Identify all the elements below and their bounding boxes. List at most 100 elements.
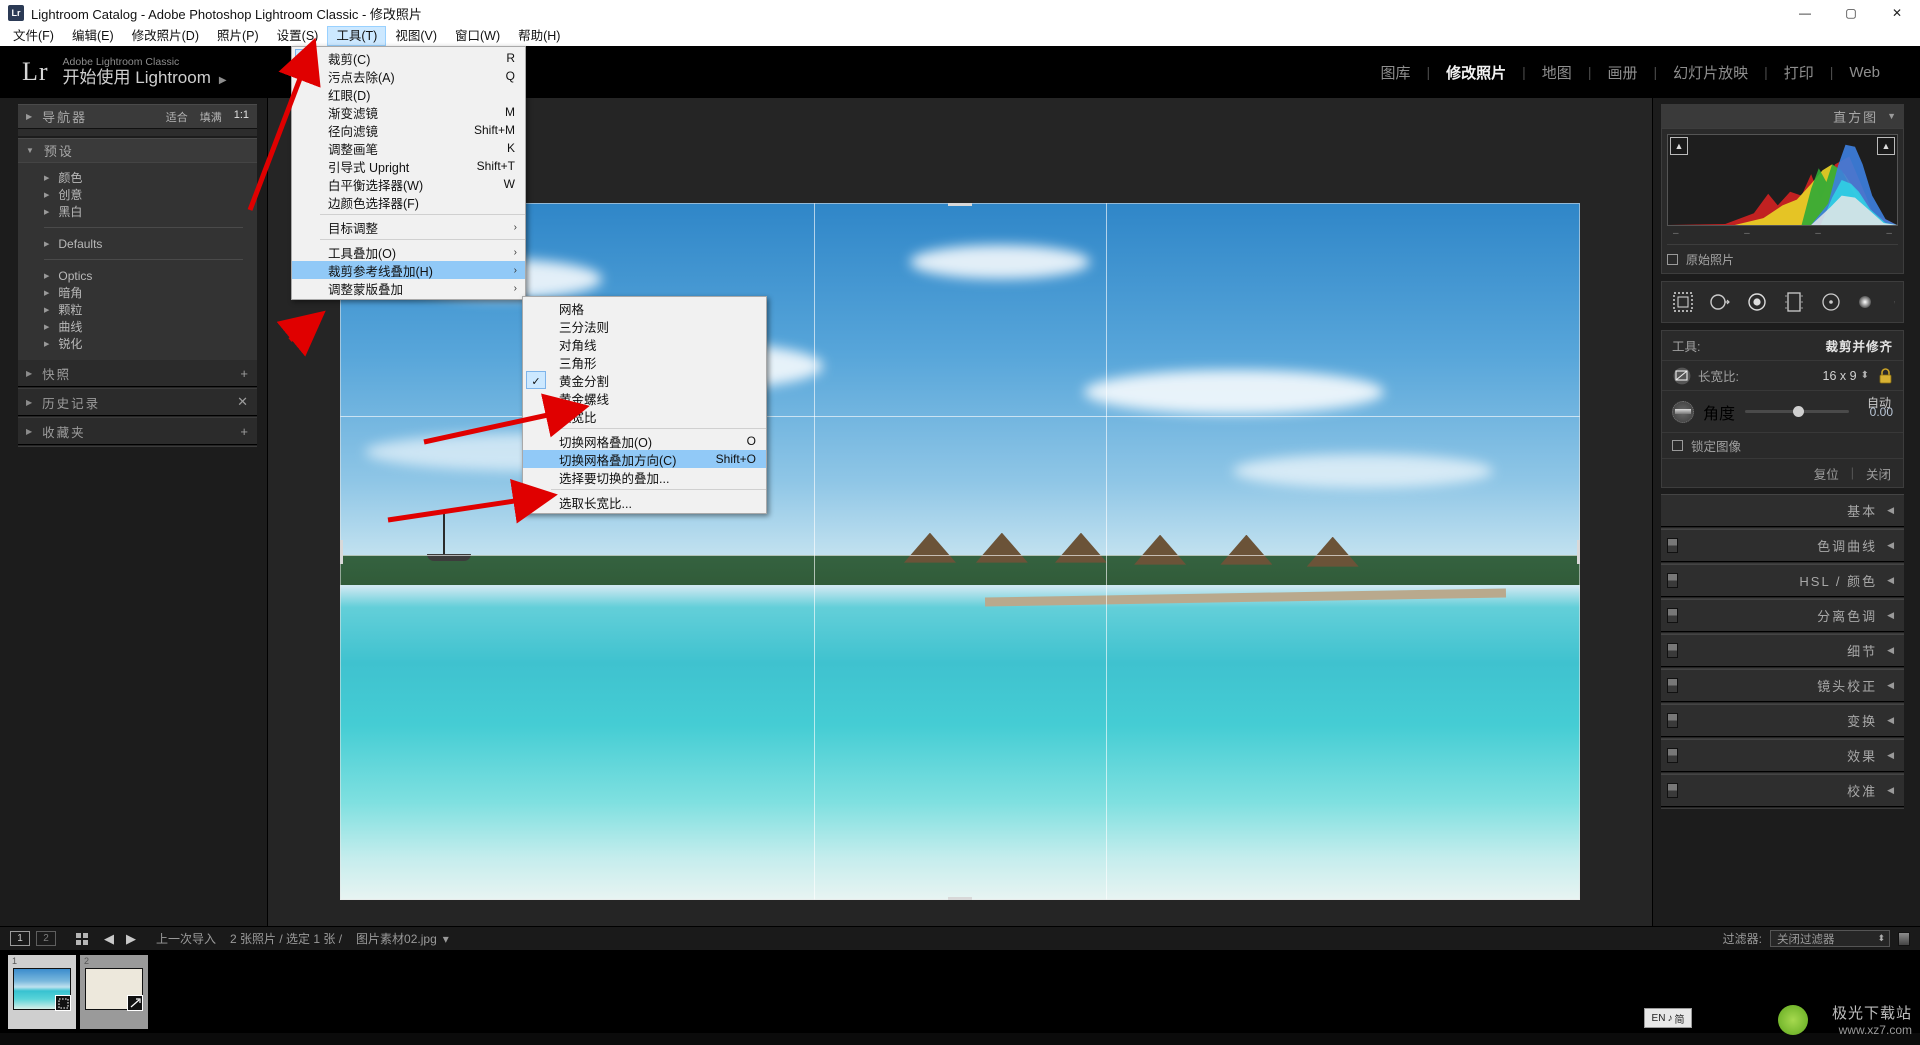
preset-group-vignette[interactable]: ▶ 暗角 [18, 284, 257, 301]
submenu-item-golden-ratio[interactable]: ✓ 黄金分割 [523, 371, 766, 389]
menu-file[interactable]: 文件(F) [4, 26, 63, 46]
auto-button[interactable]: 自动 [1867, 394, 1891, 411]
crop-frame-icon[interactable] [1672, 366, 1692, 386]
original-photo-checkbox[interactable] [1667, 254, 1678, 265]
module-slideshow[interactable]: 幻灯片放映 [1657, 62, 1764, 83]
brush-size-slider[interactable] [1894, 300, 1895, 304]
section-lens-corrections[interactable]: 镜头校正 ◀ [1661, 669, 1904, 701]
collections-add-icon[interactable]: + [240, 424, 248, 439]
snapshots-add-icon[interactable]: + [240, 366, 248, 381]
submenu-item-toggle-grid-overlay[interactable]: 切换网格叠加(O) O [523, 432, 766, 450]
next-photo-icon[interactable]: ▶ [126, 931, 136, 947]
module-web[interactable]: Web [1833, 64, 1896, 81]
angle-slider[interactable] [1745, 406, 1849, 417]
grid-view-icon[interactable] [76, 932, 88, 945]
menu-help[interactable]: 帮助(H) [509, 26, 569, 46]
menu-develop[interactable]: 修改照片(D) [123, 26, 208, 46]
filmstrip-filename[interactable]: 图片素材02.jpg [356, 930, 437, 947]
menu-window[interactable]: 窗口(W) [446, 26, 509, 46]
crop-icon[interactable] [1670, 289, 1696, 315]
collections-header[interactable]: ▶ 收藏夹 + [18, 418, 257, 444]
straighten-dial-icon[interactable] [1672, 400, 1694, 423]
section-switch[interactable] [1667, 608, 1678, 623]
submenu-item-aspect-ratios[interactable]: 长宽比 [523, 407, 766, 425]
redeye-icon[interactable] [1744, 289, 1770, 315]
menu-item-radial-filter[interactable]: 径向滤镜 Shift+M [292, 121, 525, 139]
section-switch[interactable] [1667, 643, 1678, 658]
filter-toggle-switch[interactable] [1898, 931, 1910, 946]
crop-close-button[interactable]: 关闭 [1866, 464, 1891, 483]
aspect-ratio-value[interactable]: 16 x 9 [1823, 369, 1857, 383]
highlight-clipping-indicator[interactable]: ▲ [1877, 137, 1895, 155]
histogram-graph[interactable]: ▲ ▲ [1667, 134, 1898, 226]
radial-filter-icon[interactable] [1818, 289, 1844, 315]
section-basic[interactable]: 基本 ◀ [1661, 494, 1904, 526]
menu-item-adjustment-mask-overlay[interactable]: 调整蒙版叠加 › [292, 279, 525, 297]
section-tone-curve[interactable]: 色调曲线 ◀ [1661, 529, 1904, 561]
section-effects[interactable]: 效果 ◀ [1661, 739, 1904, 771]
preset-group-color[interactable]: ▶ 颜色 [18, 169, 257, 186]
graduated-filter-icon[interactable] [1781, 289, 1807, 315]
section-hsl-color[interactable]: HSL / 颜色 ◀ [1661, 564, 1904, 596]
filter-select[interactable]: 关闭过滤器 ⬍ [1770, 930, 1890, 947]
submenu-item-choose-aspect-ratio[interactable]: 选取长宽比... [523, 493, 766, 511]
screen-1-button[interactable]: 1 [10, 931, 30, 946]
lock-image-row[interactable]: 锁定图像 [1662, 433, 1903, 459]
menu-item-target-adjustment[interactable]: 目标调整 › [292, 218, 525, 236]
submenu-item-thirds[interactable]: 三分法则 [523, 317, 766, 335]
menu-item-edge-color-selector[interactable]: 边颜色选择器(F) [292, 193, 525, 211]
submenu-item-golden-spiral[interactable]: 黄金螺线 [523, 389, 766, 407]
menu-item-tool-overlay[interactable]: 工具叠加(O) › [292, 243, 525, 261]
crop-handle-top[interactable] [948, 203, 972, 206]
menu-item-spot-removal[interactable]: 污点去除(A) Q [292, 67, 525, 85]
submenu-item-toggle-grid-orientation[interactable]: 切换网格叠加方向(C) Shift+O [523, 450, 766, 468]
submenu-item-choose-overlays[interactable]: 选择要切换的叠加... [523, 468, 766, 486]
ime-indicator[interactable]: EN ♪ 简 [1644, 1008, 1692, 1028]
module-book[interactable]: 画册 [1591, 62, 1653, 83]
previous-photo-icon[interactable]: ◀ [104, 931, 114, 947]
zoom-fit[interactable]: 适合 [166, 109, 188, 125]
module-develop[interactable]: 修改照片 [1430, 62, 1522, 83]
menu-item-adjustment-brush[interactable]: 调整画笔 K [292, 139, 525, 157]
history-clear-icon[interactable]: ✕ [237, 394, 248, 410]
module-map[interactable]: 地图 [1526, 62, 1588, 83]
menu-item-guided-upright[interactable]: 引导式 Upright Shift+T [292, 157, 525, 175]
close-button[interactable]: ✕ [1874, 0, 1920, 26]
snapshots-header[interactable]: ▶ 快照 + [18, 360, 257, 386]
crop-handle-left[interactable] [340, 539, 343, 564]
menu-photo[interactable]: 照片(P) [208, 26, 268, 46]
menu-item-graduated-filter[interactable]: 渐变滤镜 M [292, 103, 525, 121]
shadow-clipping-indicator[interactable]: ▲ [1670, 137, 1688, 155]
section-switch[interactable] [1667, 573, 1678, 588]
preset-group-creative[interactable]: ▶ 创意 [18, 186, 257, 203]
section-split-toning[interactable]: 分离色调 ◀ [1661, 599, 1904, 631]
navigator-header[interactable]: ▶ 导航器 适合 填满 1:1 [18, 104, 257, 128]
angle-slider-knob[interactable] [1792, 406, 1804, 417]
original-photo-row[interactable]: 原始照片 [1667, 244, 1898, 268]
module-library[interactable]: 图库 [1364, 62, 1426, 83]
menu-view[interactable]: 视图(V) [386, 26, 446, 46]
zoom-1-1[interactable]: 1:1 [234, 109, 249, 125]
preset-group-bw[interactable]: ▶ 黑白 [18, 203, 257, 220]
crop-reset-button[interactable]: 复位 [1814, 464, 1839, 483]
identity-plate[interactable]: Adobe Lightroom Classic 开始使用 Lightroom ▶ [63, 56, 227, 88]
adjustment-brush-icon[interactable] [1855, 289, 1881, 315]
maximize-button[interactable]: ▢ [1828, 0, 1874, 26]
module-print[interactable]: 打印 [1768, 62, 1830, 83]
section-switch[interactable] [1667, 713, 1678, 728]
submenu-item-diagonal[interactable]: 对角线 [523, 335, 766, 353]
section-switch[interactable] [1667, 678, 1678, 693]
develop-badge-icon[interactable] [127, 995, 143, 1011]
section-detail[interactable]: 细节 ◀ [1661, 634, 1904, 666]
lock-icon[interactable] [1878, 367, 1893, 384]
filmstrip-thumbnail[interactable]: 2 [80, 955, 148, 1029]
preset-group-grain[interactable]: ▶ 颗粒 [18, 301, 257, 318]
submenu-item-triangle[interactable]: 三角形 [523, 353, 766, 371]
histogram-header[interactable]: 直方图 ▼ [1661, 104, 1904, 128]
preset-group-sharpening[interactable]: ▶ 锐化 [18, 335, 257, 352]
minimize-button[interactable]: — [1782, 0, 1828, 26]
menu-tools[interactable]: 工具(T) [327, 26, 387, 46]
spot-removal-icon[interactable] [1707, 289, 1733, 315]
section-switch[interactable] [1667, 538, 1678, 553]
crop-handle-bottom[interactable] [948, 897, 972, 900]
